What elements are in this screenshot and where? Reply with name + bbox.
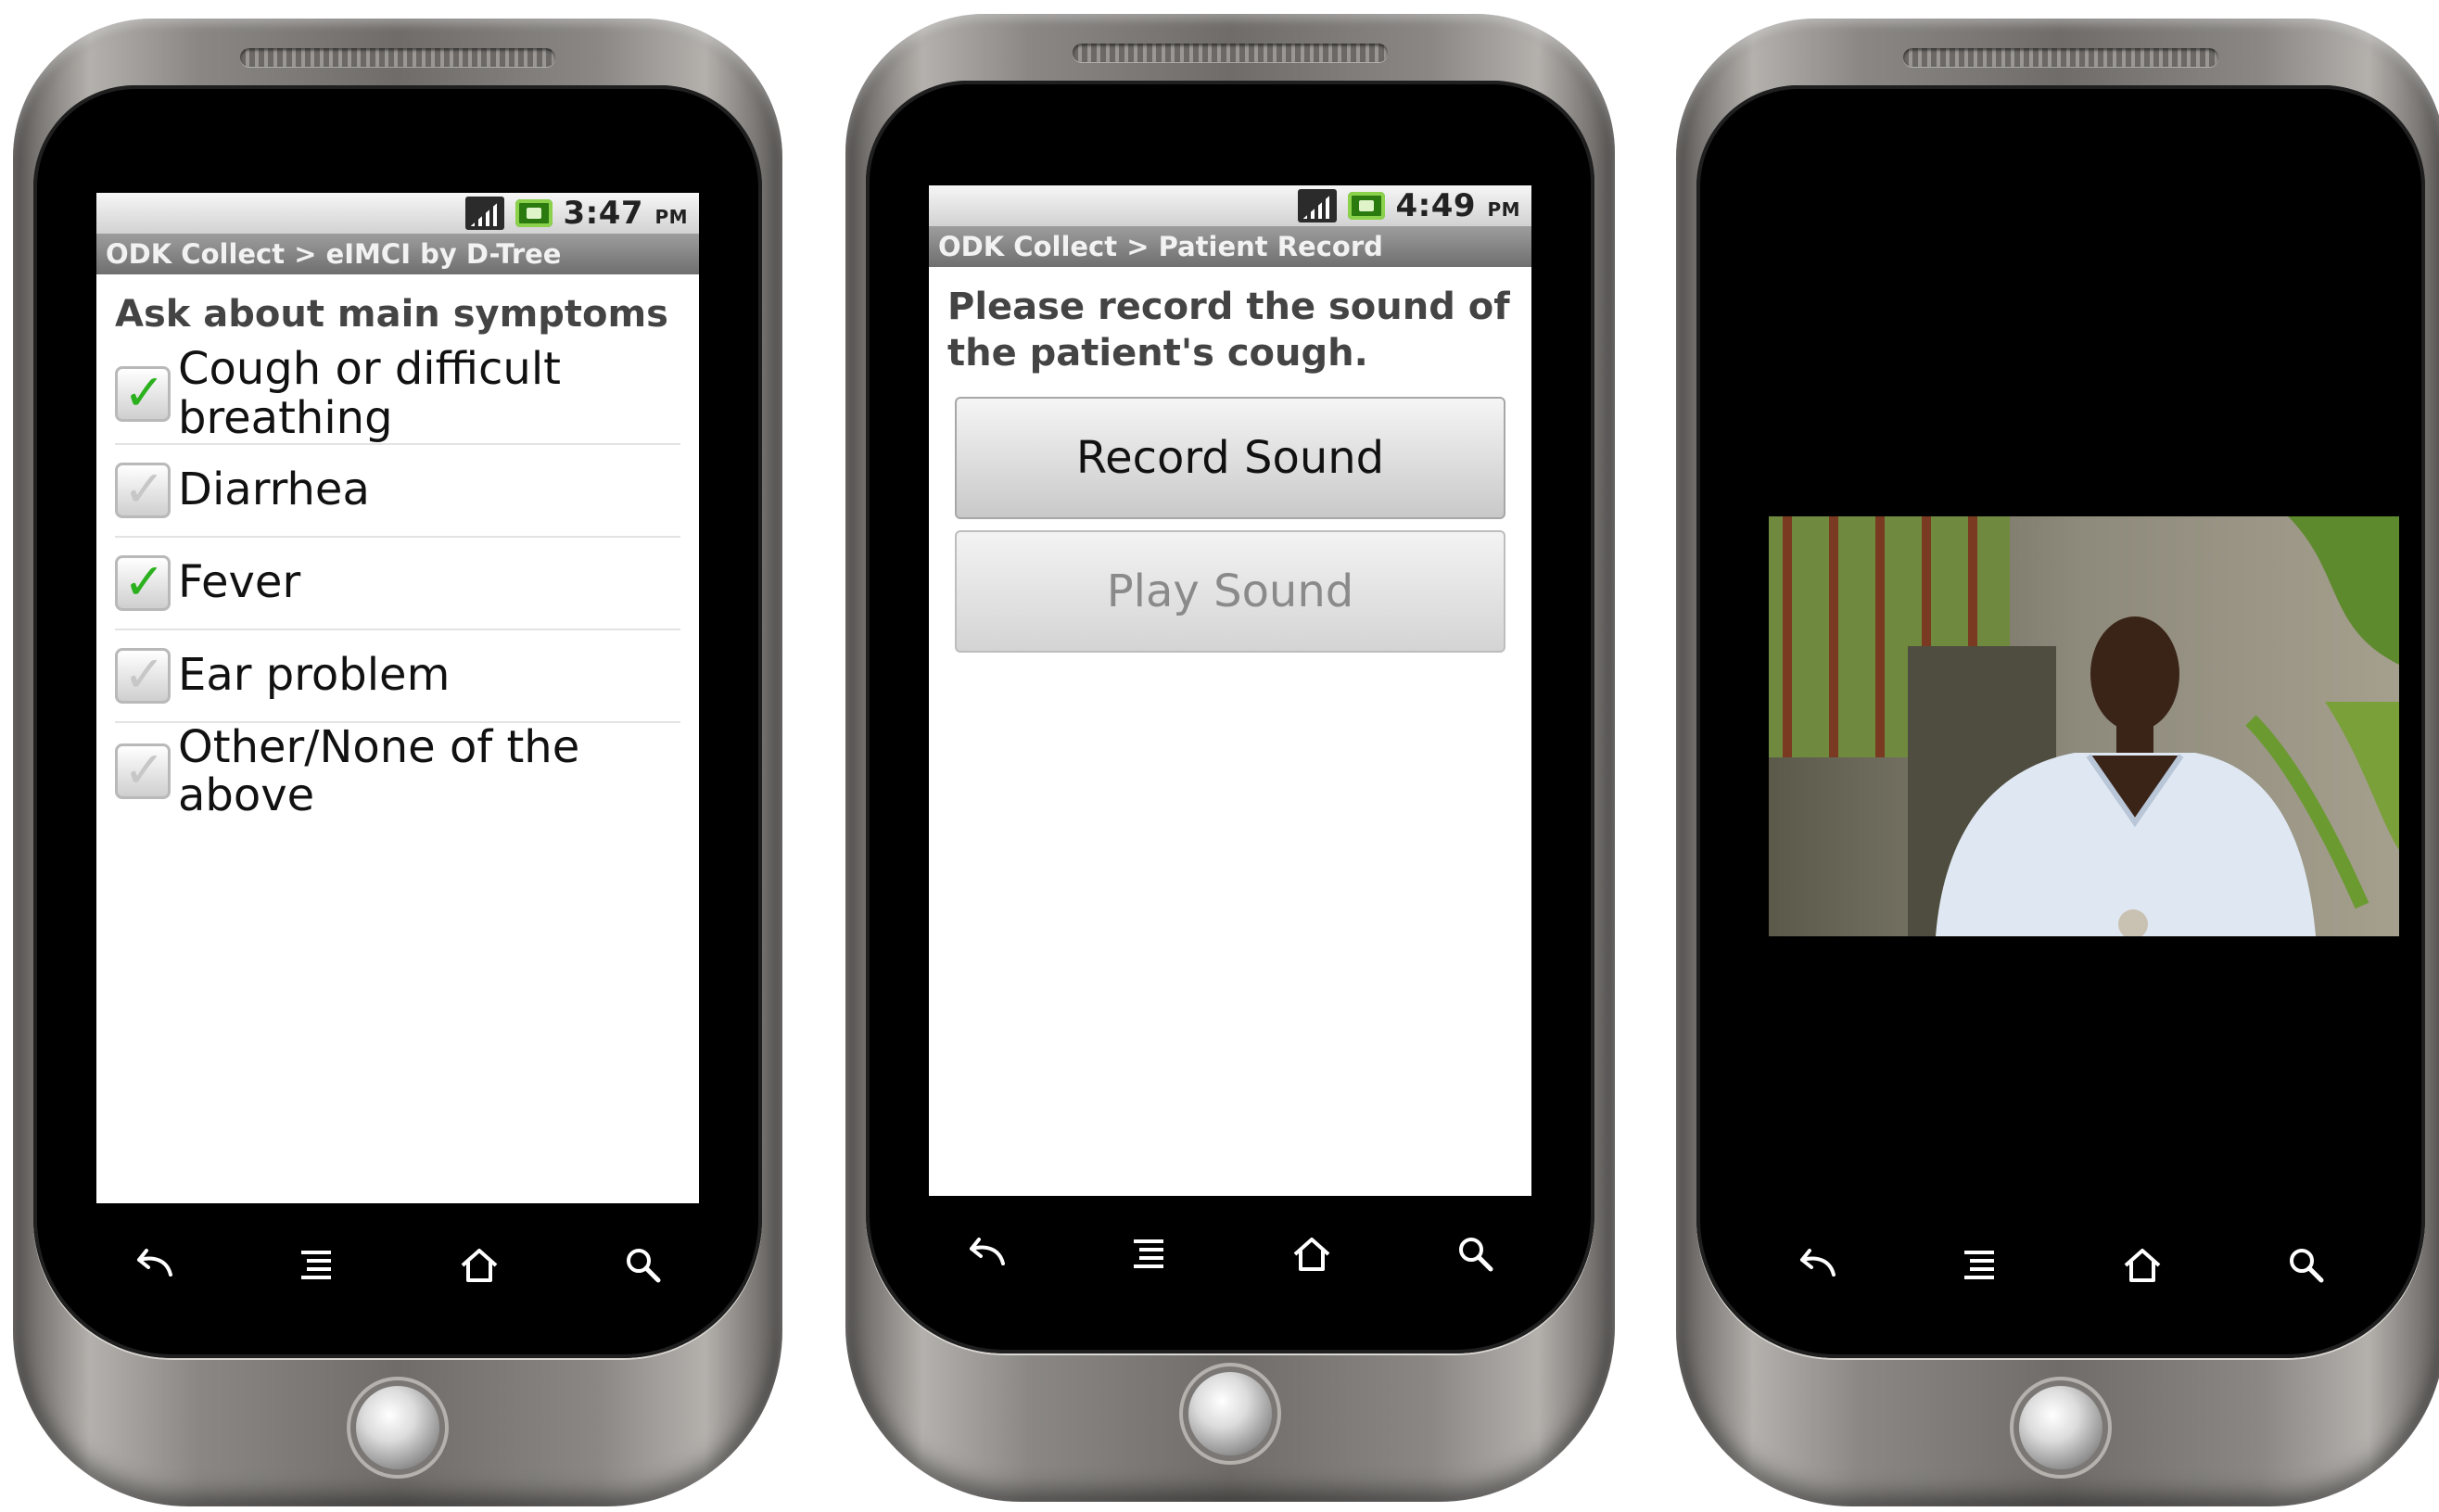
- earpiece-speaker: [1073, 44, 1388, 62]
- signal-icon: [464, 197, 504, 230]
- checkbox-unchecked-icon[interactable]: [115, 741, 171, 800]
- status-bar: 4:49 PM: [929, 185, 1531, 226]
- checkbox-unchecked-icon[interactable]: [115, 460, 171, 518]
- option-label: Ear problem: [178, 649, 451, 702]
- battery-icon: [514, 199, 553, 227]
- option-label: Other/None of the above: [178, 720, 580, 822]
- phone-2: 4:49 PM ODK Collect > Patient Record Ple…: [845, 14, 1615, 1502]
- battery-icon: [1347, 192, 1385, 220]
- option-diarrhea[interactable]: Diarrhea: [115, 445, 680, 538]
- trackball-button[interactable]: [1188, 1372, 1272, 1455]
- status-bar: 3:47 PM: [96, 193, 699, 234]
- search-icon[interactable]: [616, 1238, 671, 1293]
- option-fever[interactable]: Fever: [115, 538, 680, 630]
- screen-video-player: [1769, 178, 2399, 1221]
- earpiece-speaker: [240, 48, 555, 67]
- menu-icon[interactable]: [1951, 1238, 2007, 1293]
- option-other-none[interactable]: Other/None of the above: [115, 720, 680, 822]
- phone-1: 3:47 PM ODK Collect > eIMCI by D-Tree As…: [13, 19, 782, 1506]
- home-icon[interactable]: [1284, 1226, 1340, 1282]
- checkbox-checked-icon[interactable]: [115, 553, 171, 611]
- checkbox-unchecked-icon[interactable]: [115, 645, 171, 704]
- screen-patient-record: 4:49 PM ODK Collect > Patient Record Ple…: [929, 185, 1531, 1196]
- record-sound-button[interactable]: Record Sound: [955, 397, 1505, 519]
- checkbox-checked-icon[interactable]: [115, 363, 171, 422]
- video-scene-image: [1769, 516, 2399, 936]
- menu-icon[interactable]: [288, 1238, 344, 1293]
- status-clock: 4:49 PM: [1395, 187, 1520, 224]
- trackball-button[interactable]: [356, 1386, 439, 1469]
- question-label: Please record the sound of the patient's…: [947, 286, 1510, 375]
- hardware-nav-buttons: [957, 1226, 1504, 1282]
- search-icon[interactable]: [1448, 1226, 1504, 1282]
- video-frame[interactable]: [1769, 516, 2399, 936]
- option-cough[interactable]: Cough or difficult breathing: [115, 345, 680, 445]
- option-label: Diarrhea: [178, 464, 370, 516]
- home-icon[interactable]: [451, 1238, 507, 1293]
- form-title-bar: ODK Collect > eIMCI by D-Tree: [96, 234, 699, 274]
- signal-icon: [1297, 189, 1337, 222]
- hardware-nav-buttons: [1787, 1238, 2334, 1293]
- question-label: Ask about main symptoms: [115, 293, 668, 336]
- form-title-bar: ODK Collect > Patient Record: [929, 226, 1531, 267]
- play-sound-button[interactable]: Play Sound: [955, 530, 1505, 653]
- back-icon[interactable]: [124, 1238, 180, 1293]
- option-label: Cough or difficult breathing: [178, 343, 561, 444]
- hardware-nav-buttons: [124, 1238, 671, 1293]
- menu-icon[interactable]: [1121, 1226, 1176, 1282]
- options-list: Cough or difficult breathing Diarrhea Fe…: [96, 345, 699, 820]
- back-icon[interactable]: [1787, 1238, 1843, 1293]
- option-label: Fever: [178, 556, 301, 609]
- earpiece-speaker: [1903, 48, 2218, 67]
- option-ear-problem[interactable]: Ear problem: [115, 630, 680, 723]
- home-icon[interactable]: [2115, 1238, 2170, 1293]
- status-clock: 3:47 PM: [563, 195, 688, 232]
- screen-symptoms: 3:47 PM ODK Collect > eIMCI by D-Tree As…: [96, 193, 699, 1203]
- phone-3: [1676, 19, 2439, 1506]
- trackball-button[interactable]: [2019, 1386, 2102, 1469]
- search-icon[interactable]: [2279, 1238, 2334, 1293]
- back-icon[interactable]: [957, 1226, 1012, 1282]
